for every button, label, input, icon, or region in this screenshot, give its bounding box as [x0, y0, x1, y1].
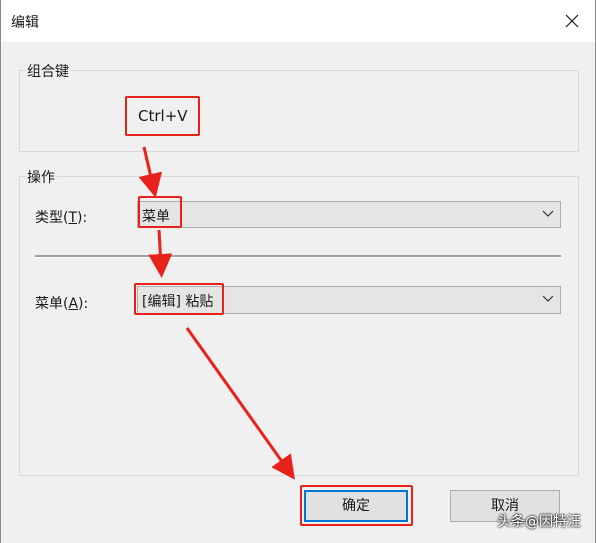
annotation-arrows — [138, 146, 295, 480]
arrow-type-to-menu — [148, 229, 173, 278]
edit-dialog: 编辑 组合键 Ctrl+V 操作 类型(T): 菜单 菜单(A): [编辑] 粘… — [0, 0, 596, 543]
arrow-hotkey-to-type — [138, 146, 162, 198]
watermark: 头条@因特汪 — [497, 514, 581, 530]
arrow-menu-to-ok — [185, 327, 295, 480]
